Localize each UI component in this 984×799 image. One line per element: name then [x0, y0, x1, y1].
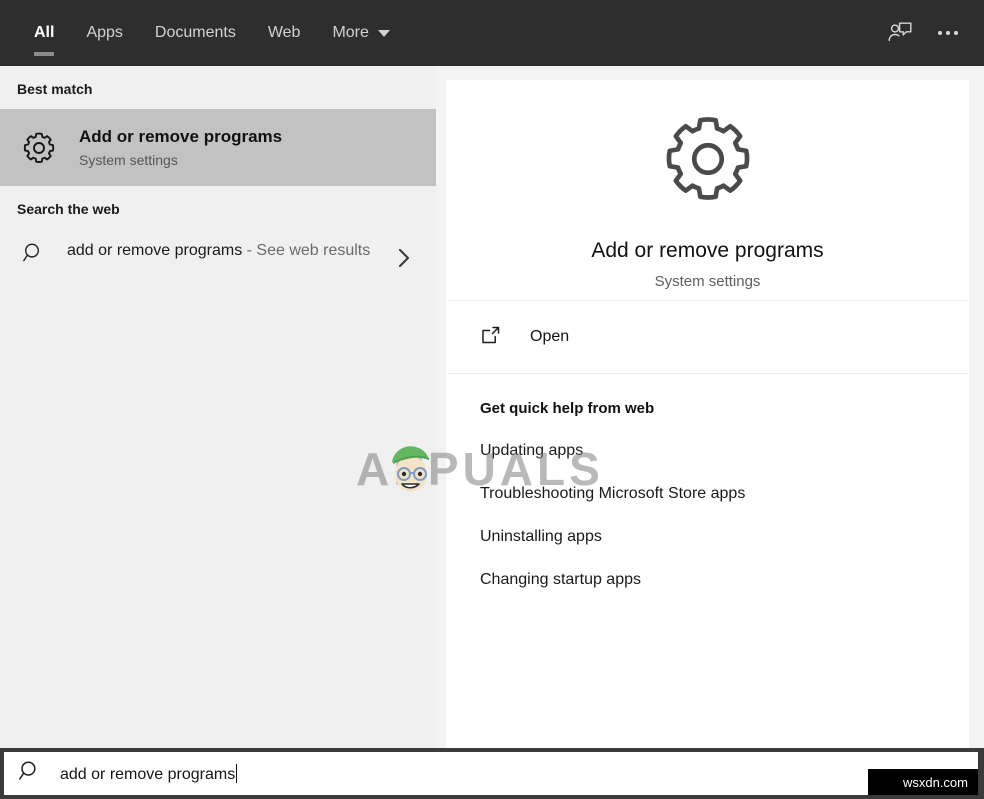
open-action-label: Open [502, 328, 569, 346]
quick-help-section: Get quick help from web Updating apps Tr… [446, 374, 969, 589]
search-input[interactable]: add or remove programs wsxdn.com [4, 752, 978, 795]
results-list: Best match Add or remove programs System… [0, 66, 436, 748]
result-item-title: Add or remove programs [79, 126, 282, 148]
preview-title: Add or remove programs [591, 239, 823, 263]
result-item-add-or-remove-programs[interactable]: Add or remove programs System settings [0, 109, 436, 186]
search-input-text: add or remove programs [60, 766, 235, 783]
ellipsis-icon [938, 31, 958, 35]
gear-icon [17, 126, 61, 170]
search-the-web-header: Search the web [0, 186, 436, 229]
web-result-query: add or remove programs [67, 242, 242, 259]
result-item-subtitle: System settings [79, 150, 282, 170]
help-link-uninstalling-apps[interactable]: Uninstalling apps [480, 528, 602, 546]
help-link-updating-apps[interactable]: Updating apps [480, 442, 583, 460]
gear-icon [653, 104, 763, 219]
tab-all-label: All [34, 24, 54, 42]
search-icon [18, 759, 42, 788]
tab-apps-label: Apps [86, 24, 122, 42]
tab-more-label: More [332, 24, 368, 42]
chevron-right-icon[interactable] [396, 247, 412, 274]
search-header: All Apps Documents Web More [0, 0, 984, 66]
best-match-header: Best match [0, 66, 436, 109]
preview-panel: Add or remove programs System settings O… [446, 80, 969, 748]
feedback-button[interactable] [876, 9, 924, 57]
web-result-item[interactable]: add or remove programs - See web results [0, 229, 436, 287]
tab-all[interactable]: All [18, 0, 70, 66]
preview-header: Add or remove programs System settings [446, 80, 969, 300]
open-external-icon [480, 324, 502, 351]
tab-more[interactable]: More [316, 0, 405, 66]
tab-documents[interactable]: Documents [139, 0, 252, 66]
chevron-down-icon [378, 30, 390, 37]
web-result-text: add or remove programs - See web results [51, 237, 430, 264]
help-link-troubleshooting-microsoft-store-apps[interactable]: Troubleshooting Microsoft Store apps [480, 485, 745, 503]
web-result-suffix: - See web results [242, 242, 370, 259]
text-cursor [236, 764, 237, 783]
search-body: Best match Add or remove programs System… [0, 66, 984, 748]
tab-web[interactable]: Web [252, 0, 317, 66]
open-action-row[interactable]: Open [446, 301, 969, 373]
feedback-person-icon [887, 20, 913, 46]
header-actions [876, 0, 972, 66]
more-options-button[interactable] [924, 9, 972, 57]
tab-web-label: Web [268, 24, 301, 42]
search-input-value: add or remove programs [42, 764, 237, 784]
quick-help-header: Get quick help from web [480, 400, 969, 417]
tab-apps[interactable]: Apps [70, 0, 138, 66]
taskbar-search-container: add or remove programs wsxdn.com [0, 748, 984, 799]
search-icon [17, 237, 51, 265]
help-link-changing-startup-apps[interactable]: Changing startup apps [480, 571, 641, 589]
filter-tabs: All Apps Documents Web More [0, 0, 406, 66]
corner-watermark: wsxdn.com [868, 769, 978, 795]
result-item-text: Add or remove programs System settings [61, 126, 282, 170]
windows-search-overlay: All Apps Documents Web More [0, 0, 984, 799]
tab-documents-label: Documents [155, 24, 236, 42]
preview-subtitle: System settings [655, 273, 761, 290]
